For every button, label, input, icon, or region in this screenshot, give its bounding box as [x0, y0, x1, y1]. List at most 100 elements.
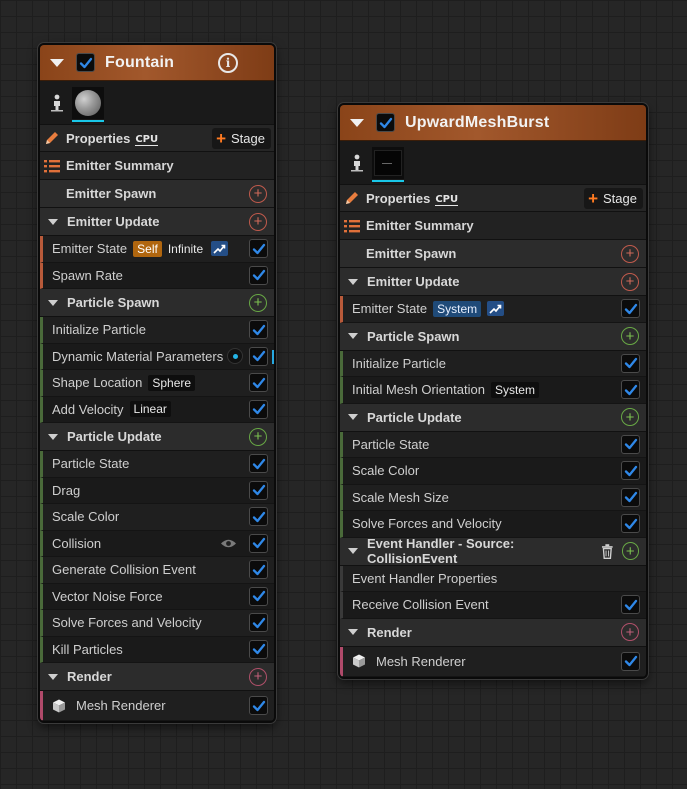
module-shape-location[interactable]: Shape Location Sphere: [40, 370, 274, 397]
add-module-icon[interactable]: +: [621, 244, 639, 263]
section-emitter-update[interactable]: Emitter Update +: [340, 268, 646, 296]
add-module-icon[interactable]: +: [621, 327, 639, 345]
module-add-velocity[interactable]: Add Velocity Linear: [40, 396, 274, 423]
module-enabled-checkbox[interactable]: [249, 480, 268, 500]
chevron-down-icon[interactable]: [348, 278, 358, 285]
module-vector-noise-force[interactable]: Vector Noise Force: [40, 583, 274, 610]
emitter-node-upwardmeshburst[interactable]: UpwardMeshBurst Properties CPU + Stage E…: [338, 103, 648, 679]
module-enabled-checkbox[interactable]: [621, 461, 640, 481]
emitter-enabled-checkbox[interactable]: [76, 53, 95, 72]
module-enabled-checkbox[interactable]: [249, 560, 268, 580]
chevron-down-icon[interactable]: [48, 673, 58, 680]
emitter-title[interactable]: UpwardMeshBurst: [405, 114, 549, 132]
module-enabled-checkbox[interactable]: [249, 613, 268, 633]
module-receive-collision-event[interactable]: Receive Collision Event: [340, 592, 646, 619]
collapse-arrow-icon[interactable]: [50, 58, 64, 67]
module-enabled-checkbox[interactable]: [621, 299, 640, 319]
module-enabled-checkbox[interactable]: [249, 533, 268, 553]
graph-icon[interactable]: [211, 241, 229, 257]
module-enabled-checkbox[interactable]: [621, 651, 640, 671]
add-module-icon[interactable]: +: [621, 408, 639, 426]
module-enabled-checkbox[interactable]: [249, 639, 268, 659]
emitter-thumbnail[interactable]: [372, 146, 404, 182]
emitter-summary-row[interactable]: Emitter Summary: [40, 152, 274, 180]
section-particle-spawn[interactable]: Particle Spawn +: [40, 289, 274, 317]
section-emitter-update[interactable]: Emitter Update +: [40, 208, 274, 236]
module-mesh-renderer[interactable]: Mesh Renderer: [340, 646, 646, 677]
module-enabled-checkbox[interactable]: [249, 346, 268, 366]
section-emitter-spawn[interactable]: Emitter Spawn +: [40, 180, 274, 208]
chevron-down-icon[interactable]: [348, 548, 358, 554]
module-enabled-checkbox[interactable]: [621, 487, 640, 507]
section-particle-spawn[interactable]: Particle Spawn +: [340, 322, 646, 351]
chevron-down-icon[interactable]: [348, 333, 358, 339]
eye-icon[interactable]: [220, 538, 237, 549]
module-solve-forces-and-velocity[interactable]: Solve Forces and Velocity: [340, 511, 646, 538]
emitter-header[interactable]: Fountain i: [40, 45, 274, 81]
module-enabled-checkbox[interactable]: [249, 265, 268, 285]
module-particle-state[interactable]: Particle State: [40, 451, 274, 478]
chevron-down-icon[interactable]: [48, 299, 58, 306]
module-drag[interactable]: Drag: [40, 477, 274, 504]
module-enabled-checkbox[interactable]: [249, 320, 268, 340]
module-enabled-checkbox[interactable]: [249, 507, 268, 527]
module-initialize-particle[interactable]: Initialize Particle: [340, 350, 646, 377]
add-stage-button[interactable]: + Stage: [584, 187, 643, 209]
collapse-arrow-icon[interactable]: [350, 118, 364, 127]
add-module-icon[interactable]: +: [249, 212, 267, 231]
module-enabled-checkbox[interactable]: [621, 353, 640, 373]
module-kill-particles[interactable]: Kill Particles: [40, 636, 274, 663]
module-initialize-particle[interactable]: Initialize Particle: [40, 317, 274, 344]
add-renderer-icon[interactable]: +: [621, 623, 639, 641]
add-module-icon[interactable]: +: [621, 272, 639, 291]
module-dynamic-material-parameters[interactable]: Dynamic Material Parameters: [40, 343, 274, 370]
add-module-icon[interactable]: +: [249, 293, 267, 312]
add-module-icon[interactable]: +: [249, 427, 267, 446]
module-enabled-checkbox[interactable]: [249, 373, 268, 393]
module-particle-state[interactable]: Particle State: [340, 431, 646, 458]
emitter-thumbnail[interactable]: [72, 86, 104, 122]
module-emitter-state[interactable]: Emitter State Self Infinite: [40, 236, 274, 263]
module-enabled-checkbox[interactable]: [621, 434, 640, 454]
module-enabled-checkbox[interactable]: [249, 399, 268, 419]
emitter-node-fountain[interactable]: Fountain i Properties CPU + Stage Emitte…: [38, 43, 276, 723]
chevron-down-icon[interactable]: [48, 218, 58, 225]
chevron-down-icon[interactable]: [48, 433, 58, 440]
dot-icon[interactable]: [227, 348, 243, 365]
section-emitter-spawn[interactable]: Emitter Spawn +: [340, 240, 646, 268]
trash-icon[interactable]: [601, 544, 614, 559]
section-particle-update[interactable]: Particle Update +: [40, 423, 274, 451]
module-enabled-checkbox[interactable]: [621, 514, 640, 534]
section-particle-update[interactable]: Particle Update +: [340, 403, 646, 432]
module-event-handler-properties[interactable]: Event Handler Properties: [340, 565, 646, 592]
properties-row[interactable]: Properties CPU + Stage: [340, 185, 646, 212]
module-mesh-renderer[interactable]: Mesh Renderer: [40, 691, 274, 721]
module-scale-color[interactable]: Scale Color: [340, 458, 646, 485]
module-generate-collision-event[interactable]: Generate Collision Event: [40, 557, 274, 584]
module-scale-color[interactable]: Scale Color: [40, 504, 274, 531]
graph-icon[interactable]: [487, 301, 505, 317]
module-emitter-state[interactable]: Emitter State System: [340, 296, 646, 323]
properties-row[interactable]: Properties CPU + Stage: [40, 125, 274, 152]
module-scale-mesh-size[interactable]: Scale Mesh Size: [340, 484, 646, 511]
emitter-header[interactable]: UpwardMeshBurst: [340, 105, 646, 141]
module-spawn-rate[interactable]: Spawn Rate: [40, 262, 274, 289]
emitter-title[interactable]: Fountain: [105, 54, 174, 72]
add-module-icon[interactable]: +: [621, 542, 640, 560]
person-icon[interactable]: [350, 154, 364, 172]
module-collision[interactable]: Collision: [40, 530, 274, 557]
module-enabled-checkbox[interactable]: [621, 380, 640, 400]
module-enabled-checkbox[interactable]: [249, 454, 268, 474]
module-initial-mesh-orientation[interactable]: Initial Mesh Orientation System: [340, 377, 646, 404]
add-renderer-icon[interactable]: +: [249, 667, 267, 686]
emitter-enabled-checkbox[interactable]: [376, 113, 395, 132]
chevron-down-icon[interactable]: [348, 414, 358, 420]
add-stage-button[interactable]: + Stage: [212, 127, 271, 149]
module-enabled-checkbox[interactable]: [249, 586, 268, 606]
module-solve-forces-and-velocity[interactable]: Solve Forces and Velocity: [40, 610, 274, 637]
module-enabled-checkbox[interactable]: [249, 239, 268, 259]
module-enabled-checkbox[interactable]: [249, 696, 268, 715]
person-icon[interactable]: [50, 94, 64, 112]
section-render[interactable]: Render +: [40, 663, 274, 691]
chevron-down-icon[interactable]: [348, 629, 358, 635]
